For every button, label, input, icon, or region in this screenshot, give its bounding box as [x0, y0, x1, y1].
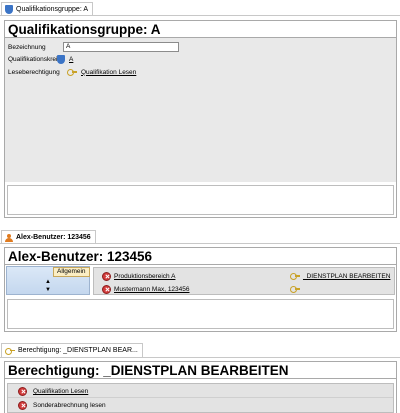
- tab-strip-berechtigung: Berechtigung: _DIENSTPLAN BEAR...: [0, 342, 400, 358]
- tab-strip-alex-benutzer: Alex-Benutzer: 123456: [0, 228, 400, 244]
- key-icon: [67, 68, 77, 76]
- leseberechtigung-value: Qualifikation Lesen: [67, 68, 136, 76]
- tab-label: Alex-Benutzer: 123456: [16, 234, 91, 241]
- tab-label: Qualifikationsgruppe: A: [16, 6, 88, 13]
- tab-divider: [0, 15, 400, 16]
- qualifikationsgruppe-panel: Qualifikationsgruppe: A Bezeichnung A Qu…: [4, 20, 397, 218]
- field-leseberechtigung: Leseberechtigung Qualifikation Lesen: [5, 66, 396, 78]
- shield-icon: [57, 54, 65, 64]
- detail-area: [7, 299, 394, 329]
- remove-icon[interactable]: [102, 285, 111, 294]
- field-qualifikationskreis: Qualifikationskreis A: [5, 53, 396, 65]
- row-name[interactable]: Mustermann Max, 123456: [114, 286, 190, 293]
- page-title: Berechtigung: _DIENSTPLAN BEARBEITEN: [5, 362, 396, 379]
- leseberechtigung-label: Leseberechtigung: [8, 68, 60, 76]
- table-row[interactable]: Mustermann Max, 123456: [94, 283, 394, 294]
- tab-label: Berechtigung: _DIENSTPLAN BEAR...: [18, 347, 138, 354]
- tab-allgemein[interactable]: Allgemein: [53, 267, 90, 277]
- key-icon: [290, 272, 300, 280]
- tab-divider: [0, 357, 400, 358]
- tab-divider: [0, 243, 400, 244]
- key-icon: [5, 347, 15, 355]
- bezeichnung-label: Bezeichnung: [8, 43, 46, 51]
- item-cell: Qualifikation Lesen: [18, 387, 88, 396]
- leseberechtigung-link[interactable]: Qualifikation Lesen: [81, 69, 136, 76]
- assignment-grid: Produktionsbereich A _DIENSTPLAN BEARBEI…: [93, 267, 395, 295]
- berechtigung-panel: Berechtigung: _DIENSTPLAN BEARBEITEN Qua…: [4, 361, 397, 413]
- row-permission-cell: [290, 285, 303, 293]
- permission-list: Qualifikation Lesen Sonderabrechnung les…: [7, 383, 394, 413]
- list-item[interactable]: Sonderabrechnung lesen: [8, 399, 393, 411]
- tab-strip-qualifikationsgruppe: Qualifikationsgruppe: A: [0, 0, 400, 16]
- field-bezeichnung: Bezeichnung A: [5, 41, 396, 53]
- shield-icon: [5, 5, 13, 14]
- user-icon: [5, 233, 13, 242]
- item-cell: Sonderabrechnung lesen: [18, 400, 106, 410]
- item-label[interactable]: Sonderabrechnung lesen: [33, 402, 106, 409]
- qualifikationskreis-value: A: [57, 54, 73, 64]
- tab-alex-benutzer[interactable]: Alex-Benutzer: 123456: [1, 230, 96, 244]
- remove-icon[interactable]: [102, 271, 111, 281]
- page-title: Qualifikationsgruppe: A: [5, 21, 396, 38]
- bezeichnung-input[interactable]: A: [63, 42, 179, 52]
- remove-icon[interactable]: [18, 387, 27, 396]
- alex-benutzer-panel: Alex-Benutzer: 123456 ▲ ▼ Allgemein Prod…: [4, 247, 397, 332]
- row-name-cell: Produktionsbereich A: [102, 271, 175, 281]
- page-title: Alex-Benutzer: 123456: [5, 248, 396, 265]
- row-name-cell: Mustermann Max, 123456: [102, 285, 190, 294]
- chevron-down-icon[interactable]: ▼: [45, 287, 51, 293]
- qualifikationskreis-label: Qualifikationskreis: [8, 55, 61, 63]
- qualifikationskreis-link[interactable]: A: [69, 56, 73, 63]
- remove-icon[interactable]: [18, 400, 27, 410]
- item-label[interactable]: Qualifikation Lesen: [33, 388, 88, 395]
- key-icon: [290, 285, 300, 293]
- tab-berechtigung[interactable]: Berechtigung: _DIENSTPLAN BEAR...: [1, 343, 143, 357]
- table-row[interactable]: Produktionsbereich A _DIENSTPLAN BEARBEI…: [94, 270, 394, 282]
- row-permission-cell: _DIENSTPLAN BEARBEITEN: [290, 272, 390, 280]
- tab-qualifikationsgruppe[interactable]: Qualifikationsgruppe: A: [1, 2, 93, 16]
- row-permission[interactable]: _DIENSTPLAN BEARBEITEN: [303, 273, 390, 280]
- chevron-up-icon[interactable]: ▲: [45, 279, 51, 285]
- detail-area: [7, 185, 394, 215]
- row-name[interactable]: Produktionsbereich A: [114, 273, 175, 280]
- qualifikationsgruppe-form: Bezeichnung A Qualifikationskreis A Lese…: [5, 38, 396, 182]
- list-item[interactable]: Qualifikation Lesen: [8, 386, 393, 398]
